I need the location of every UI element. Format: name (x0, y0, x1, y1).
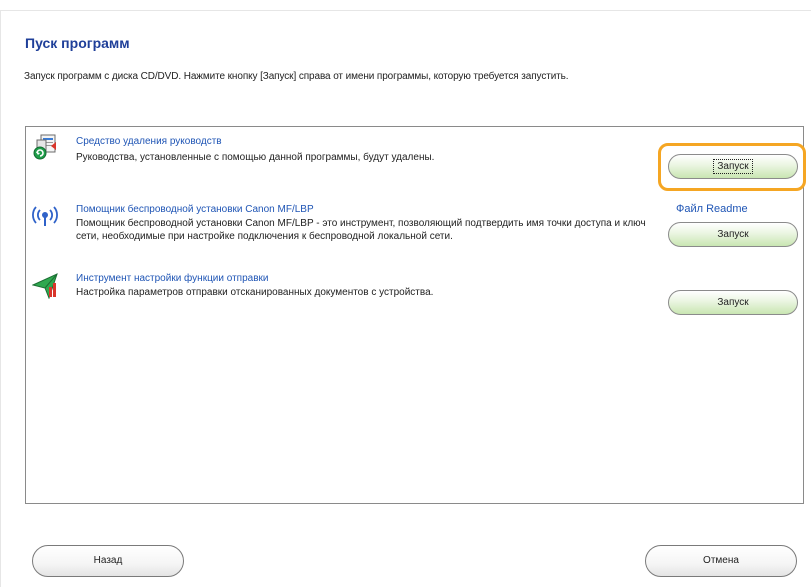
app-name-uninstall-manuals[interactable]: Средство удаления руководств (76, 136, 222, 147)
app-desc-send-settings: Настройка параметров отправки отсканиров… (76, 287, 434, 298)
app-name-send-settings[interactable]: Инструмент настройки функции отправки (76, 273, 268, 284)
launch-button-label: Запуск (713, 159, 753, 174)
launch-button-wireless-setup[interactable]: Запуск (668, 222, 798, 247)
instruction-text: Запуск программ с диска CD/DVD. Нажмите … (24, 71, 569, 82)
send-settings-icon (32, 273, 58, 299)
page-title: Пуск программ (25, 35, 130, 51)
wireless-icon (32, 206, 58, 226)
launch-button-send-settings[interactable]: Запуск (668, 290, 798, 315)
launch-button-uninstall-manuals[interactable]: Запуск (668, 154, 798, 179)
app-desc-uninstall-manuals: Руководства, установленные с помощью дан… (76, 152, 435, 163)
window-left-border (0, 10, 1, 587)
uninstall-manuals-icon (33, 134, 56, 160)
window-top-border (0, 10, 811, 11)
readme-link[interactable]: Файл Readme (676, 203, 748, 215)
back-button[interactable]: Назад (32, 545, 184, 577)
app-desc-wireless-setup: Помощник беспроводной установки Canon MF… (76, 218, 646, 242)
cancel-button[interactable]: Отмена (645, 545, 797, 577)
app-name-wireless-setup[interactable]: Помощник беспроводной установки Canon MF… (76, 204, 314, 215)
